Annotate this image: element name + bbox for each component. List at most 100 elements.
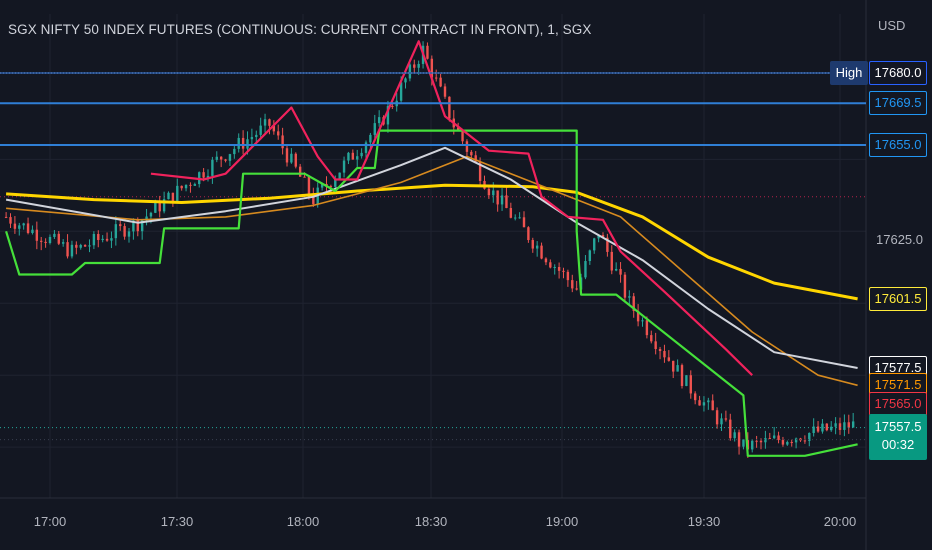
candle-body xyxy=(720,418,723,425)
candle-body xyxy=(693,393,697,401)
candle-body xyxy=(57,233,60,244)
candle-body xyxy=(487,188,491,196)
candle-body xyxy=(851,421,855,428)
candle-body xyxy=(158,202,161,212)
candle-body xyxy=(233,148,236,155)
candle-body xyxy=(268,119,271,126)
candle-body xyxy=(816,426,820,432)
candle-body xyxy=(614,268,618,271)
candle-body xyxy=(66,242,69,257)
candle-body xyxy=(628,296,631,298)
candle-body xyxy=(549,262,552,268)
candle-body xyxy=(53,233,56,237)
candle-body xyxy=(566,271,570,281)
candle-body xyxy=(803,440,807,442)
time-label: 19:30 xyxy=(687,514,721,529)
candle-body xyxy=(48,236,52,244)
candle-body xyxy=(184,184,188,189)
candle-body xyxy=(83,244,87,247)
candle-body xyxy=(435,77,438,79)
time-label: 18:30 xyxy=(414,514,448,529)
candle-body xyxy=(97,233,100,241)
candle-body xyxy=(439,77,442,87)
candle-body xyxy=(298,166,302,177)
candle-body xyxy=(505,195,508,209)
candle-body xyxy=(79,244,82,248)
candle-body xyxy=(13,223,17,229)
candle-body xyxy=(707,400,710,403)
candle-body xyxy=(658,349,662,352)
last-price-value: 17557.5 xyxy=(874,418,922,434)
candle-body xyxy=(154,202,157,213)
candle-body xyxy=(724,418,728,420)
candle-body xyxy=(689,375,692,394)
candle-body xyxy=(645,320,649,336)
candle-body xyxy=(426,45,429,59)
candle-body xyxy=(794,438,798,443)
candle-body xyxy=(663,351,666,358)
candle-body xyxy=(641,320,644,322)
time-label: 17:00 xyxy=(33,514,67,529)
candle-body xyxy=(500,195,504,205)
high-badge: High xyxy=(830,61,868,85)
candle-body xyxy=(114,224,118,239)
candle-body xyxy=(702,402,706,406)
candle-body xyxy=(215,156,218,160)
candle-body xyxy=(26,223,30,234)
candle-body xyxy=(18,225,21,229)
candle-body xyxy=(369,134,372,143)
candle-body xyxy=(241,137,245,149)
candle-body xyxy=(733,432,736,439)
candle-body xyxy=(44,241,47,244)
candle-body xyxy=(237,137,240,149)
candle-body xyxy=(509,208,513,218)
price-tick-label: 17625.0 xyxy=(876,232,923,247)
candle-body xyxy=(35,229,39,241)
candle-body xyxy=(685,375,688,386)
candle-body xyxy=(588,250,592,262)
candle-body xyxy=(167,192,170,200)
candle-body xyxy=(496,190,499,205)
candle-body xyxy=(742,439,745,447)
candle-body xyxy=(786,442,789,445)
candle-body xyxy=(838,423,842,430)
candle-body xyxy=(211,159,214,176)
time-label: 20:00 xyxy=(823,514,857,529)
candle-body xyxy=(821,423,824,432)
symbol-title[interactable]: SGX NIFTY 50 INDEX FUTURES (CONTINUOUS: … xyxy=(8,22,591,37)
candle-body xyxy=(263,119,267,126)
candle-body xyxy=(711,400,714,411)
candle-body xyxy=(285,148,289,163)
candle-body xyxy=(540,245,543,259)
candle-body xyxy=(281,135,284,149)
candle-body xyxy=(391,105,394,107)
candle-body xyxy=(623,274,627,298)
candle-body xyxy=(443,86,447,97)
candle-body xyxy=(224,159,227,161)
candle-body xyxy=(61,242,65,244)
candle-body xyxy=(781,440,785,445)
candle-body xyxy=(680,365,684,386)
candle-body xyxy=(544,258,548,263)
candle-body xyxy=(88,245,91,247)
currency-label[interactable]: USD xyxy=(878,18,905,33)
last-price-tag: 17557.5 00:32 xyxy=(869,413,927,460)
bar-countdown: 00:32 xyxy=(881,436,915,452)
candle-body xyxy=(698,400,701,406)
candle-body xyxy=(610,251,613,271)
candle-body xyxy=(825,423,829,431)
candle-body xyxy=(176,185,179,203)
candle-body xyxy=(575,288,578,290)
candle-body xyxy=(123,226,126,237)
candle-body xyxy=(562,270,565,272)
candle-body xyxy=(557,266,561,271)
candle-body xyxy=(751,440,754,450)
price-chart[interactable] xyxy=(0,0,932,550)
time-label: 17:30 xyxy=(160,514,194,529)
candle-body xyxy=(189,184,192,186)
candle-body xyxy=(470,151,473,156)
candle-body xyxy=(584,261,587,278)
candle-body xyxy=(250,137,254,140)
candle-body xyxy=(4,216,8,218)
candle-body xyxy=(715,410,719,425)
